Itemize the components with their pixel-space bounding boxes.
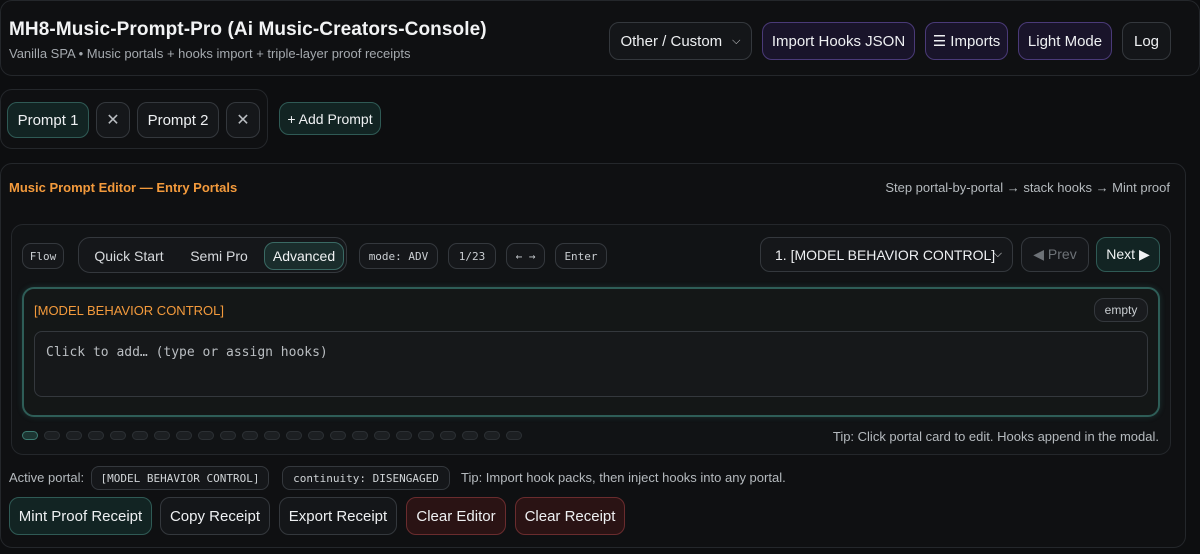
hooks-tip: Tip: Import hook packs, then inject hook… bbox=[461, 470, 786, 485]
portal-dot[interactable] bbox=[396, 431, 412, 440]
portal-dot[interactable] bbox=[484, 431, 500, 440]
clear-receipt-button[interactable]: Clear Receipt bbox=[515, 497, 625, 535]
app-header: MH8-Music-Prompt-Pro (Ai Music-Creators-… bbox=[0, 0, 1200, 76]
chevron-down-icon: ⌵ bbox=[993, 248, 1002, 260]
export-receipt-button[interactable]: Export Receipt bbox=[279, 497, 397, 535]
enter-key-hint: Enter bbox=[555, 243, 607, 269]
mode-semi-pro[interactable]: Semi Pro bbox=[179, 242, 259, 270]
portal-status-badge: empty bbox=[1094, 298, 1148, 322]
mode-switcher: Quick Start Semi Pro Advanced bbox=[78, 237, 347, 273]
portal-dot[interactable] bbox=[308, 431, 324, 440]
mode-quick-start[interactable]: Quick Start bbox=[85, 242, 173, 270]
chevron-down-icon: ⌵ bbox=[732, 34, 741, 47]
portal-select-value: 1. [MODEL BEHAVIOR CONTROL] bbox=[775, 246, 996, 263]
imports-menu-button[interactable]: ☰ Imports bbox=[925, 22, 1008, 60]
arrow-keys-hint: ← → bbox=[506, 243, 545, 269]
prompt-tab-1[interactable]: Prompt 1 bbox=[7, 102, 89, 138]
portal-name: [MODEL BEHAVIOR CONTROL] bbox=[34, 303, 224, 318]
mint-proof-receipt-button[interactable]: Mint Proof Receipt bbox=[9, 497, 152, 535]
prompt-tabs: Prompt 1 ✕ Prompt 2 ✕ bbox=[0, 89, 268, 149]
portal-dot[interactable] bbox=[176, 431, 192, 440]
continuity-tag: continuity: DISENGAGED bbox=[282, 466, 450, 490]
portal-content-input[interactable]: Click to add… (type or assign hooks) bbox=[34, 331, 1148, 397]
prev-button[interactable]: ◀ Prev bbox=[1021, 237, 1089, 272]
platform-select-value: Other / Custom bbox=[620, 32, 723, 50]
portal-dot[interactable] bbox=[132, 431, 148, 440]
portal-dot[interactable] bbox=[440, 431, 456, 440]
portal-select[interactable]: 1. [MODEL BEHAVIOR CONTROL] ⌵ bbox=[760, 237, 1013, 272]
import-hooks-button[interactable]: Import Hooks JSON bbox=[762, 22, 915, 60]
portal-dot[interactable] bbox=[242, 431, 258, 440]
portal-dot[interactable] bbox=[374, 431, 390, 440]
prompt-tab-2[interactable]: Prompt 2 bbox=[137, 102, 219, 138]
portal-dot[interactable] bbox=[418, 431, 434, 440]
portal-dot[interactable] bbox=[22, 431, 38, 440]
log-button[interactable]: Log bbox=[1122, 22, 1171, 60]
portal-dot[interactable] bbox=[220, 431, 236, 440]
active-portal-row: Active portal: [MODEL BEHAVIOR CONTROL] … bbox=[1, 466, 1181, 490]
clear-editor-button[interactable]: Clear Editor bbox=[406, 497, 506, 535]
flow-label: Flow bbox=[22, 243, 64, 269]
portal-dot[interactable] bbox=[330, 431, 346, 440]
mode-advanced[interactable]: Advanced bbox=[264, 242, 344, 270]
flow-panel: Flow Quick Start Semi Pro Advanced mode:… bbox=[11, 224, 1171, 455]
add-prompt-button[interactable]: + Add Prompt bbox=[279, 102, 381, 135]
portal-dot[interactable] bbox=[88, 431, 104, 440]
portal-dot[interactable] bbox=[198, 431, 214, 440]
portal-dot[interactable] bbox=[286, 431, 302, 440]
portal-dot[interactable] bbox=[154, 431, 170, 440]
copy-receipt-button[interactable]: Copy Receipt bbox=[160, 497, 270, 535]
active-portal-tag: [MODEL BEHAVIOR CONTROL] bbox=[91, 466, 269, 490]
portal-dot[interactable] bbox=[110, 431, 126, 440]
portal-dot[interactable] bbox=[462, 431, 478, 440]
editor-hint: Step portal-by-portal → stack hooks → Mi… bbox=[885, 180, 1170, 195]
portal-dot[interactable] bbox=[352, 431, 368, 440]
prompt-editor: Music Prompt Editor — Entry Portals Step… bbox=[0, 163, 1186, 548]
portal-dot[interactable] bbox=[44, 431, 60, 440]
close-prompt-2-icon[interactable]: ✕ bbox=[226, 102, 260, 138]
active-portal-label: Active portal: bbox=[9, 470, 85, 485]
light-mode-toggle[interactable]: Light Mode bbox=[1018, 22, 1112, 60]
portal-card[interactable]: [MODEL BEHAVIOR CONTROL] empty Click to … bbox=[22, 287, 1160, 417]
platform-select[interactable]: Other / Custom ⌵ bbox=[609, 22, 752, 60]
portal-progress-dots bbox=[22, 431, 522, 440]
portal-dot[interactable] bbox=[264, 431, 280, 440]
editor-title: Music Prompt Editor — Entry Portals bbox=[9, 180, 238, 195]
portal-progress: 1/23 bbox=[448, 243, 496, 269]
close-prompt-1-icon[interactable]: ✕ bbox=[96, 102, 130, 138]
portal-tip: Tip: Click portal card to edit. Hooks ap… bbox=[832, 429, 1159, 444]
portal-dot[interactable] bbox=[506, 431, 522, 440]
app-title: MH8-Music-Prompt-Pro (Ai Music-Creators-… bbox=[9, 19, 487, 40]
mode-badge: mode: ADV bbox=[359, 243, 438, 269]
app-subtitle: Vanilla SPA • Music portals + hooks impo… bbox=[9, 46, 411, 61]
portal-dot[interactable] bbox=[66, 431, 82, 440]
next-button[interactable]: Next ▶ bbox=[1096, 237, 1160, 272]
